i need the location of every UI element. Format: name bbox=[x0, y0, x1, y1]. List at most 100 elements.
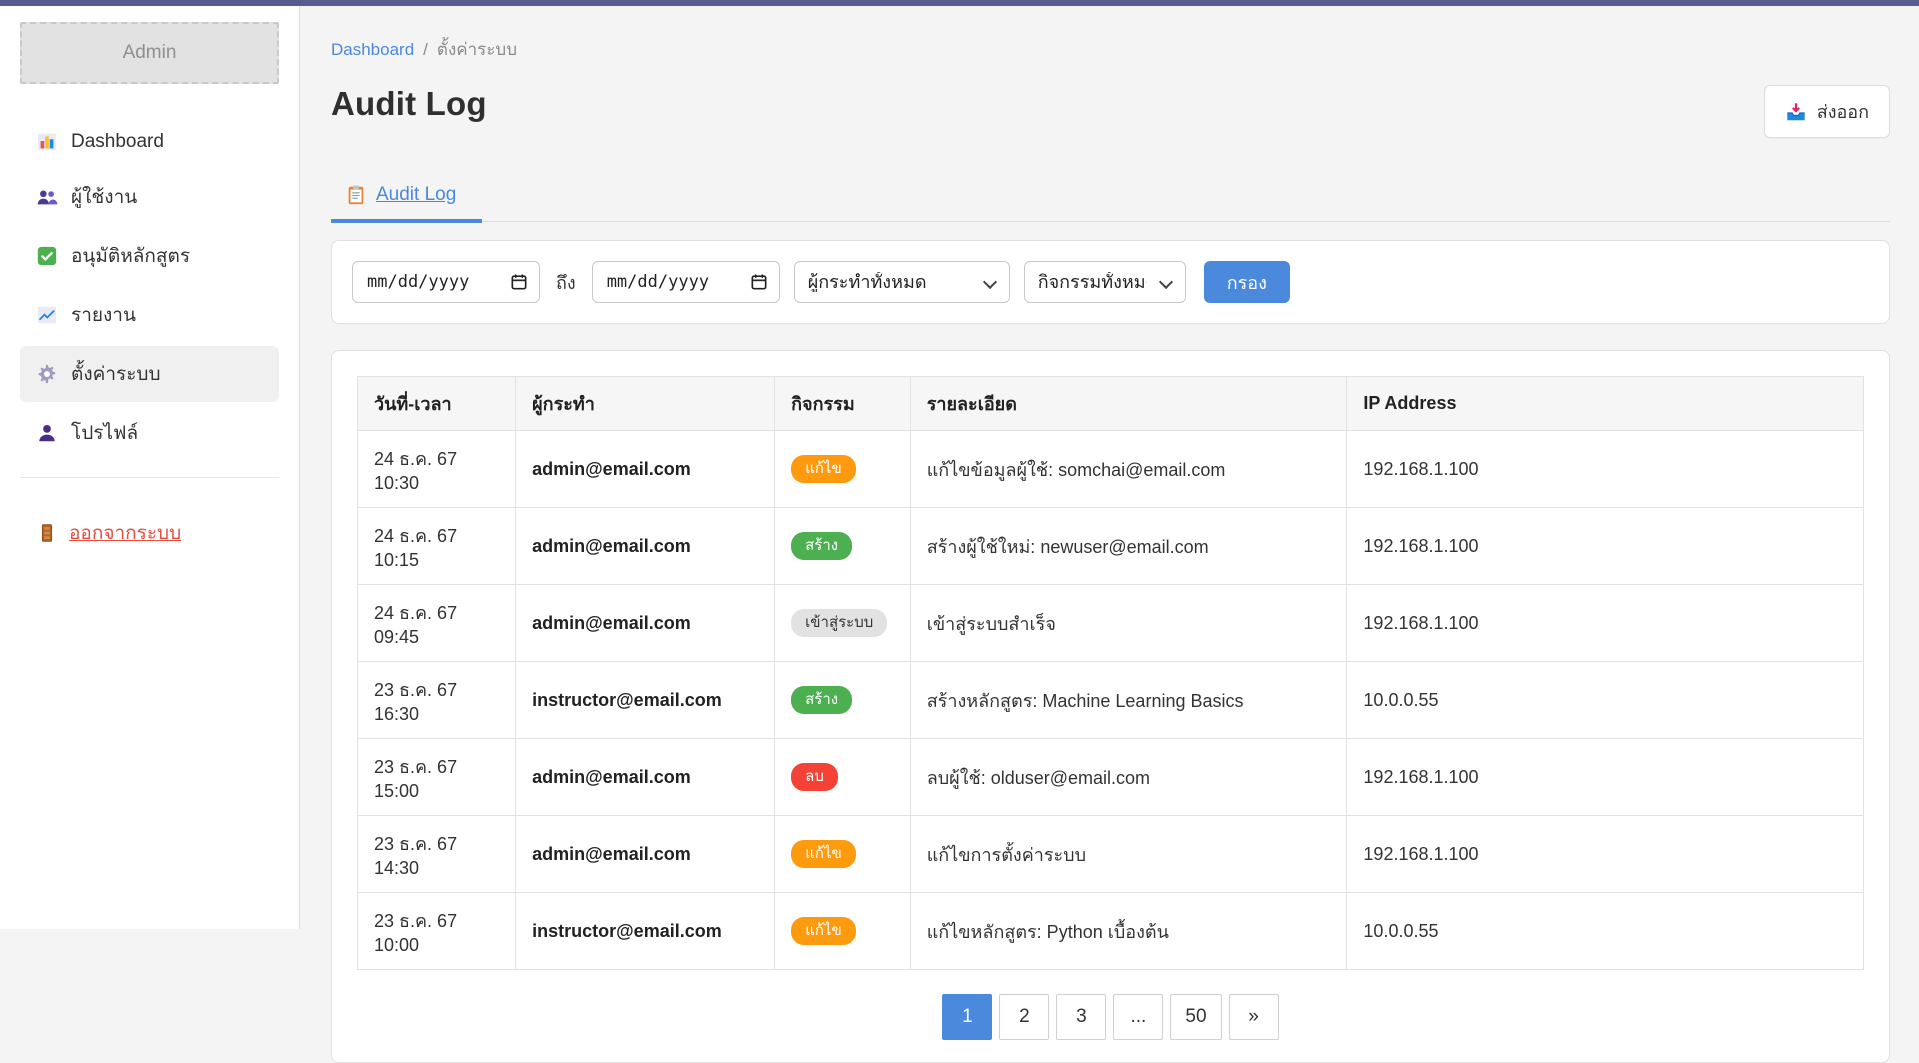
cell-activity: เข้าสู่ระบบ bbox=[775, 585, 911, 662]
column-header: รายละเอียด bbox=[910, 377, 1347, 431]
sidebar-item-label: รายงาน bbox=[71, 300, 136, 330]
cell-ip: 10.0.0.55 bbox=[1347, 893, 1864, 970]
pagination: 123...50» bbox=[357, 994, 1864, 1040]
main-content: Dashboard / ตั้งค่าระบบ Audit Log ส่งออก… bbox=[301, 6, 1919, 1063]
door-icon bbox=[36, 522, 58, 544]
filter-panel: ถึง ผู้กระทำทั้งหมด กิจกรรมทั้งหมด กรอง bbox=[331, 240, 1890, 324]
activity-filter-select[interactable]: กิจกรรมทั้งหมด bbox=[1024, 261, 1186, 303]
date-range-to-label: ถึง bbox=[554, 268, 578, 297]
sidebar: Admin Dashboard ผู้ใช้งานอนุมัติหลักสูตรร… bbox=[0, 6, 300, 929]
cell-activity: แก้ไข bbox=[775, 431, 911, 508]
cell-datetime: 24 ธ.ค. 67 10:30 bbox=[358, 431, 516, 508]
cell-ip: 192.168.1.100 bbox=[1347, 739, 1864, 816]
tab-label: Audit Log bbox=[376, 184, 456, 206]
cell-detail: แก้ไขหลักสูตร: Python เบื้องต้น bbox=[910, 893, 1347, 970]
sidebar-item-users[interactable]: ผู้ใช้งาน bbox=[20, 169, 279, 225]
cell-actor: admin@email.com bbox=[516, 508, 775, 585]
table-row: 23 ธ.ค. 67 10:00instructor@email.com แก้ไ… bbox=[358, 893, 1864, 970]
filter-button[interactable]: กรอง bbox=[1204, 261, 1290, 303]
cell-datetime: 23 ธ.ค. 67 14:30 bbox=[358, 816, 516, 893]
clipboard-icon bbox=[345, 184, 367, 206]
table-row: 23 ธ.ค. 67 15:00admin@email.comลบลบผู้ใช… bbox=[358, 739, 1864, 816]
breadcrumb-separator: / bbox=[423, 40, 428, 60]
breadcrumb: Dashboard / ตั้งค่าระบบ bbox=[331, 36, 1890, 63]
cell-actor: admin@email.com bbox=[516, 816, 775, 893]
audit-log-panel: วันที่-เวลาผู้กระทำกิจกรรมรายละเอียดIP A… bbox=[331, 350, 1890, 1063]
logout-link[interactable]: ออกจากระบบ bbox=[20, 508, 279, 558]
column-header: ผู้กระทำ bbox=[516, 377, 775, 431]
sidebar-item-dashboard[interactable]: Dashboard bbox=[20, 118, 279, 166]
table-row: 24 ธ.ค. 67 09:45admin@email.comเข้าสู่ระ… bbox=[358, 585, 1864, 662]
cell-activity: แก้ไข bbox=[775, 816, 911, 893]
column-header: กิจกรรม bbox=[775, 377, 911, 431]
sidebar-item-label: Dashboard bbox=[71, 131, 164, 153]
pagination-button[interactable]: 2 bbox=[999, 994, 1049, 1040]
gear-icon bbox=[36, 363, 58, 385]
breadcrumb-dashboard-link[interactable]: Dashboard bbox=[331, 40, 414, 60]
cell-datetime: 23 ธ.ค. 67 15:00 bbox=[358, 739, 516, 816]
sidebar-item-profile[interactable]: โปรไฟล์ bbox=[20, 405, 279, 461]
table-row: 23 ธ.ค. 67 16:30instructor@email.com สร้า… bbox=[358, 662, 1864, 739]
cell-ip: 10.0.0.55 bbox=[1347, 662, 1864, 739]
cell-actor: admin@email.com bbox=[516, 431, 775, 508]
pagination-button[interactable]: ... bbox=[1113, 994, 1163, 1040]
sidebar-item-label: อนุมัติหลักสูตร bbox=[71, 241, 190, 271]
cell-detail: แก้ไขการตั้งค่าระบบ bbox=[910, 816, 1347, 893]
cell-activity: แก้ไข bbox=[775, 893, 911, 970]
sidebar-item-label: ตั้งค่าระบบ bbox=[71, 359, 161, 389]
cell-detail: สร้างหลักสูตร: Machine Learning Basics bbox=[910, 662, 1347, 739]
cell-detail: เข้าสู่ระบบสำเร็จ bbox=[910, 585, 1347, 662]
pagination-button[interactable]: 1 bbox=[942, 994, 992, 1040]
cell-actor: instructor@email.com bbox=[516, 662, 775, 739]
sidebar-divider bbox=[20, 477, 279, 478]
calendar-icon[interactable] bbox=[749, 272, 769, 292]
activity-badge: แก้ไข bbox=[791, 840, 856, 868]
cell-activity: ลบ bbox=[775, 739, 911, 816]
pagination-button[interactable]: 50 bbox=[1170, 994, 1221, 1040]
cell-detail: สร้างผู้ใช้ใหม่: newuser@email.com bbox=[910, 508, 1347, 585]
table-row: 24 ธ.ค. 67 10:30admin@email.com แก้ไข แก้ไ… bbox=[358, 431, 1864, 508]
sidebar-item-label: โปรไฟล์ bbox=[71, 418, 138, 448]
sidebar-nav: Dashboard ผู้ใช้งานอนุมัติหลักสูตรรายงานต… bbox=[20, 118, 279, 461]
table-header-row: วันที่-เวลาผู้กระทำกิจกรรมรายละเอียดIP A… bbox=[358, 377, 1864, 431]
export-button[interactable]: ส่งออก bbox=[1764, 85, 1890, 138]
cell-activity: สร้าง bbox=[775, 662, 911, 739]
sidebar-item-label: ผู้ใช้งาน bbox=[71, 182, 137, 212]
sidebar-item-approve-courses[interactable]: อนุมัติหลักสูตร bbox=[20, 228, 279, 284]
cell-datetime: 23 ธ.ค. 67 16:30 bbox=[358, 662, 516, 739]
users-icon bbox=[36, 186, 58, 208]
tray-icon bbox=[1785, 101, 1807, 123]
dashboard-icon bbox=[36, 131, 58, 153]
report-icon bbox=[36, 304, 58, 326]
cell-ip: 192.168.1.100 bbox=[1347, 508, 1864, 585]
cell-datetime: 24 ธ.ค. 67 10:15 bbox=[358, 508, 516, 585]
activity-badge: แก้ไข bbox=[791, 455, 856, 483]
column-header: IP Address bbox=[1347, 377, 1864, 431]
tab-bar: Audit Log bbox=[331, 178, 1890, 222]
profile-icon bbox=[36, 422, 58, 444]
table-row: 24 ธ.ค. 67 10:15admin@email.comสร้างสร้า… bbox=[358, 508, 1864, 585]
logout-label: ออกจากระบบ bbox=[69, 518, 181, 548]
cell-actor: admin@email.com bbox=[516, 739, 775, 816]
cell-ip: 192.168.1.100 bbox=[1347, 431, 1864, 508]
calendar-icon[interactable] bbox=[509, 272, 529, 292]
activity-badge: เข้าสู่ระบบ bbox=[791, 609, 887, 637]
activity-badge: แก้ไข bbox=[791, 917, 856, 945]
cell-detail: แก้ไขข้อมูลผู้ใช้: somchai@email.com bbox=[910, 431, 1347, 508]
cell-ip: 192.168.1.100 bbox=[1347, 816, 1864, 893]
cell-actor: instructor@email.com bbox=[516, 893, 775, 970]
pagination-button[interactable]: » bbox=[1229, 994, 1279, 1040]
approve-icon bbox=[36, 245, 58, 267]
actor-filter-select[interactable]: ผู้กระทำทั้งหมด bbox=[794, 261, 1010, 303]
column-header: วันที่-เวลา bbox=[358, 377, 516, 431]
sidebar-item-reports[interactable]: รายงาน bbox=[20, 287, 279, 343]
activity-badge: สร้าง bbox=[791, 686, 852, 714]
app-logo: Admin bbox=[20, 22, 279, 84]
page-title: Audit Log bbox=[331, 85, 487, 123]
cell-datetime: 23 ธ.ค. 67 10:00 bbox=[358, 893, 516, 970]
pagination-button[interactable]: 3 bbox=[1056, 994, 1106, 1040]
tab-audit-log[interactable]: Audit Log bbox=[331, 178, 482, 223]
sidebar-item-settings[interactable]: ตั้งค่าระบบ bbox=[20, 346, 279, 402]
export-button-label: ส่งออก bbox=[1817, 97, 1869, 126]
table-row: 23 ธ.ค. 67 14:30admin@email.com แก้ไข แก้ไ… bbox=[358, 816, 1864, 893]
